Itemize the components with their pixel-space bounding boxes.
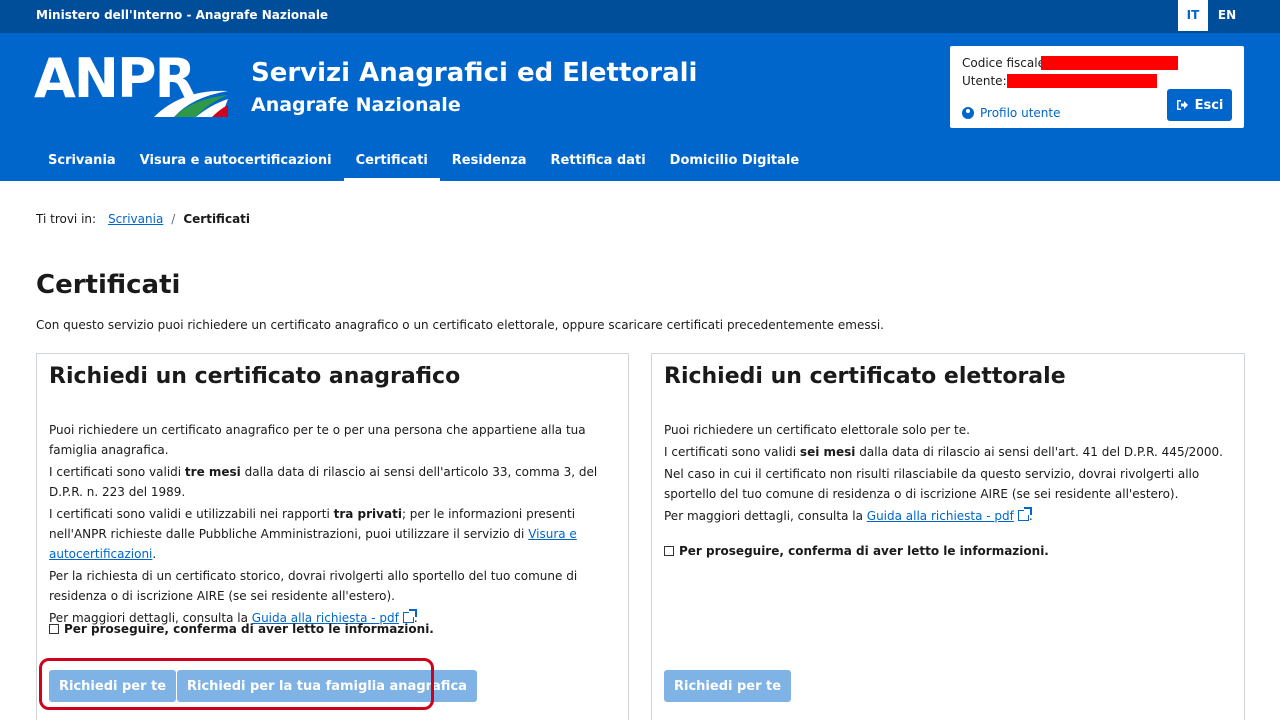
logout-button[interactable]: Esci bbox=[1167, 89, 1232, 121]
sign-out-icon bbox=[1176, 100, 1188, 110]
card-title: Richiedi un certificato anagrafico bbox=[49, 364, 461, 389]
card-certificato-elettorale: Richiedi un certificato elettorale Puoi … bbox=[651, 353, 1245, 720]
redacted-codice-fiscale bbox=[1041, 56, 1178, 70]
breadcrumb-prefix: Ti trovi in: bbox=[36, 212, 97, 226]
info-validity: I certificati sono validi sei mesi dalla… bbox=[664, 445, 1223, 459]
profile-label: Profilo utente bbox=[980, 106, 1061, 120]
nav-scrivania[interactable]: Scrivania bbox=[36, 143, 128, 181]
info-text: Puoi richiedere un certificato elettoral… bbox=[664, 423, 970, 437]
nav-rettifica[interactable]: Rettifica dati bbox=[539, 143, 658, 181]
lang-en-button[interactable]: EN bbox=[1212, 0, 1242, 31]
main-nav: Scrivania Visura e autocertificazioni Ce… bbox=[36, 143, 811, 181]
confirm-checkbox[interactable] bbox=[49, 624, 59, 634]
breadcrumb-separator: / bbox=[171, 212, 176, 226]
card-body: Puoi richiedere un certificato elettoral… bbox=[664, 420, 1234, 528]
confirm-label: Per proseguire, conferma di aver letto l… bbox=[679, 544, 1049, 558]
card-body: Puoi richiedere un certificato anagrafic… bbox=[49, 420, 619, 630]
nav-visura[interactable]: Visura e autocertificazioni bbox=[128, 143, 344, 181]
page-intro: Con questo servizio puoi richiedere un c… bbox=[36, 318, 884, 332]
codice-fiscale-label: Codice fiscale: bbox=[962, 56, 1049, 70]
breadcrumb-current: Certificati bbox=[183, 212, 251, 226]
nav-certificati[interactable]: Certificati bbox=[343, 143, 441, 181]
logout-label: Esci bbox=[1194, 97, 1224, 113]
site-title: Servizi Anagrafici ed Elettorali bbox=[251, 58, 698, 88]
breadcrumb-home-link[interactable]: Scrivania bbox=[108, 212, 163, 226]
external-link-icon bbox=[1017, 507, 1032, 521]
confirm-label: Per proseguire, conferma di aver letto l… bbox=[64, 622, 434, 636]
flag-swoosh-icon bbox=[154, 90, 228, 117]
nav-domicilio[interactable]: Domicilio Digitale bbox=[658, 143, 812, 181]
guide-pdf-link[interactable]: Guida alla richiesta - pdf bbox=[867, 509, 1014, 523]
page-title: Certificati bbox=[36, 270, 181, 300]
utente-label: Utente: bbox=[962, 74, 1007, 88]
info-usage: I certificati sono validi e utilizzabili… bbox=[49, 507, 577, 561]
site-subtitle: Anagrafe Nazionale bbox=[251, 94, 461, 116]
highlight-annotation bbox=[39, 658, 434, 710]
card-title: Richiedi un certificato elettorale bbox=[664, 364, 1066, 389]
info-sportello: Nel caso in cui il certificato non risul… bbox=[664, 467, 1200, 501]
profile-link[interactable]: Profilo utente bbox=[962, 106, 1060, 120]
redacted-username bbox=[1007, 74, 1157, 88]
confirm-checkbox-row[interactable]: Per proseguire, conferma di aver letto l… bbox=[664, 544, 1049, 558]
anpr-logo[interactable]: ANPR bbox=[34, 47, 234, 121]
ministry-link[interactable]: Ministero dell'Interno - Anagrafe Nazion… bbox=[36, 8, 328, 22]
nav-residenza[interactable]: Residenza bbox=[440, 143, 539, 181]
richiedi-per-te-elettorale-button[interactable]: Richiedi per te bbox=[664, 670, 792, 702]
info-text: Puoi richiedere un certificato anagrafic… bbox=[49, 423, 586, 457]
top-bar: Ministero dell'Interno - Anagrafe Nazion… bbox=[0, 0, 1280, 33]
confirm-checkbox[interactable] bbox=[664, 546, 674, 556]
confirm-checkbox-row[interactable]: Per proseguire, conferma di aver letto l… bbox=[49, 622, 434, 636]
info-validity: I certificati sono validi tre mesi dalla… bbox=[49, 465, 598, 499]
info-guide: Per maggiori dettagli, consulta la Guida… bbox=[664, 507, 1033, 523]
user-circle-icon bbox=[962, 107, 974, 119]
info-storico: Per la richiesta di un certificato stori… bbox=[49, 569, 578, 603]
breadcrumb: Ti trovi in: Scrivania / Certificati bbox=[36, 212, 250, 226]
lang-it-button[interactable]: IT bbox=[1178, 0, 1208, 31]
